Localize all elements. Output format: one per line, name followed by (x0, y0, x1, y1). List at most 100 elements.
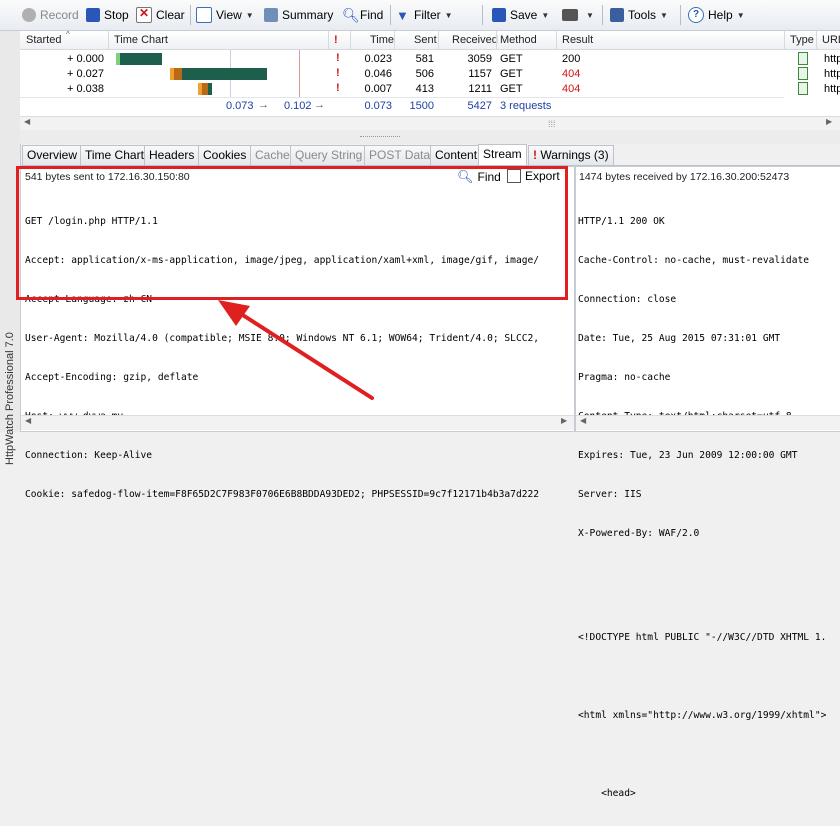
cell-result: 404 (562, 83, 581, 95)
cell-received: 3059 (467, 53, 492, 65)
summary-requests: 3 requests (500, 100, 552, 112)
sort-asc-icon: ^ (66, 30, 70, 39)
tab-post-data[interactable]: POST Data (364, 145, 436, 165)
right-pane-horizontal-scrollbar[interactable]: ◀ (576, 415, 840, 430)
save-button[interactable]: Save ▼ (492, 6, 549, 24)
stream-line: Connection: close (578, 294, 677, 305)
tools-menu-button[interactable]: Tools ▼ (610, 6, 668, 24)
tab-headers[interactable]: Headers (144, 145, 200, 165)
col-time[interactable]: Time (370, 34, 394, 46)
print-button[interactable]: ▼ (562, 6, 594, 24)
stop-button[interactable]: Stop (86, 6, 129, 24)
toolbar-separator (482, 5, 483, 25)
col-warnings[interactable]: ! (334, 34, 338, 46)
response-stream-pane: 1474 bytes received by 172.16.30.200:524… (575, 166, 840, 799)
scroll-left-icon[interactable]: ◀ (580, 416, 586, 425)
col-type[interactable]: Type (790, 34, 814, 46)
search-icon: 🔍︎ (342, 6, 360, 23)
help-icon: ? (688, 7, 704, 23)
stream-line: <head> (578, 788, 636, 799)
toolbar-separator (602, 5, 603, 25)
summary-received: 5427 (467, 100, 492, 112)
cell-result: 404 (562, 68, 581, 80)
summary-start-time: 0.073 (226, 100, 254, 112)
find-button[interactable]: 🔍︎ Find (342, 6, 383, 24)
col-sent[interactable]: Sent (414, 34, 437, 46)
toolbar-separator (390, 5, 391, 25)
scroll-left-icon[interactable]: ◀ (24, 117, 30, 126)
col-method[interactable]: Method (500, 34, 537, 46)
stream-line: Expires: Tue, 23 Jun 2009 12:00:00 GMT (578, 450, 798, 461)
stream-line: Cookie: safedog-flow-item=F8F65D2C7F983F… (25, 489, 540, 500)
cell-received: 1157 (468, 68, 492, 80)
scroll-left-icon[interactable]: ◀ (25, 416, 31, 425)
filter-button[interactable]: ▼ Filter ▼ (396, 6, 453, 24)
tab-stream[interactable]: Stream (478, 144, 527, 166)
stream-line: Server: IIS (578, 489, 642, 500)
cell-sent: 413 (415, 83, 434, 95)
col-result[interactable]: Result (562, 34, 593, 46)
left-pane-horizontal-scrollbar[interactable]: ◀ ▶ (21, 415, 574, 430)
tab-query-string[interactable]: Query String (290, 145, 368, 165)
tab-cookies[interactable]: Cookies (198, 145, 252, 165)
col-url[interactable]: URL (822, 34, 840, 46)
save-icon (492, 8, 506, 22)
grid-horizontal-scrollbar[interactable]: ◀ ⁞⁞⁞ ▶ (20, 116, 840, 131)
pane-splitter[interactable] (20, 130, 840, 144)
clear-icon: ✕ (136, 6, 152, 23)
help-menu-button[interactable]: ? Help ▼ (688, 6, 745, 24)
cell-url: http (824, 68, 840, 80)
response-text[interactable]: HTTP/1.1 200 OK Cache-Control: no-cache,… (578, 189, 828, 826)
cell-method: GET (500, 53, 523, 65)
arrow-right-icon: → (258, 99, 269, 111)
stream-line: HTTP/1.1 200 OK (578, 216, 665, 227)
record-icon (22, 8, 36, 22)
tab-content[interactable]: Content (430, 145, 483, 165)
stream-line: <!DOCTYPE html PUBLIC "-//W3C//DTD XHTML… (578, 632, 827, 643)
stream-line: Connection: Keep-Alive (25, 450, 153, 461)
cell-result: 200 (562, 53, 581, 65)
warning-icon: ! (533, 148, 537, 162)
tools-icon (610, 8, 624, 22)
summary-button[interactable]: Summary (264, 6, 333, 24)
page-type-icon (798, 67, 808, 80)
cell-method: GET (500, 68, 523, 80)
summary-time: 0.073 (364, 100, 392, 112)
page-type-icon (798, 52, 808, 65)
cell-time: 0.046 (364, 68, 392, 80)
tab-warnings[interactable]: ! Warnings (3) (528, 145, 614, 165)
filter-icon: ▼ (396, 7, 409, 23)
scroll-right-icon[interactable]: ▶ (561, 416, 567, 425)
stream-line: <html xmlns="http://www.w3.org/1999/xhtm… (578, 710, 827, 721)
record-button[interactable]: Record (22, 6, 79, 24)
bytes-received-info: 1474 bytes received by 172.16.30.200:524… (579, 171, 790, 183)
tab-time-chart[interactable]: Time Chart (80, 145, 149, 165)
cell-sent: 581 (415, 53, 434, 65)
col-time-chart[interactable]: Time Chart (114, 34, 168, 46)
stream-line: Cache-Control: no-cache, must-revalidate (578, 255, 810, 266)
print-icon (562, 9, 578, 21)
request-grid: Started ^ Time Chart ! Time Sent Receive… (20, 30, 840, 131)
annotation-highlight-box (16, 166, 568, 300)
warning-icon: ! (336, 67, 340, 79)
tab-cache[interactable]: Cache (250, 145, 295, 165)
cell-started: + 0.027 (66, 68, 104, 80)
view-icon (196, 7, 212, 23)
cell-started: + 0.038 (66, 83, 104, 95)
warning-icon: ! (336, 52, 340, 64)
arrow-right-icon: → (314, 99, 325, 111)
view-menu-button[interactable]: View ▼ (196, 6, 254, 24)
warning-icon: ! (336, 82, 340, 94)
scroll-right-icon[interactable]: ▶ (826, 117, 832, 126)
annotation-arrow (218, 300, 374, 400)
detail-tabs: Overview Time Chart Headers Cookies Cach… (20, 144, 840, 166)
cell-time: 0.007 (364, 83, 392, 95)
clear-button[interactable]: ✕ Clear (136, 6, 185, 24)
chevron-down-icon: ▼ (444, 10, 453, 20)
scroll-grip-icon[interactable]: ⁞⁞⁞ (548, 119, 556, 129)
cell-url: http (824, 83, 840, 95)
col-started[interactable]: Started (26, 34, 61, 46)
page-type-icon (798, 82, 808, 95)
col-received[interactable]: Received (452, 34, 498, 46)
tab-overview[interactable]: Overview (22, 145, 83, 165)
